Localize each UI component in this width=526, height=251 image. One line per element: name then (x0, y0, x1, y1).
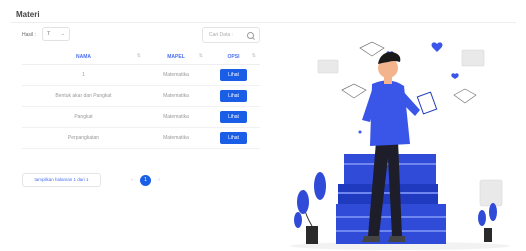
show-entries-value: 7 (47, 31, 50, 37)
materi-card: Materi Hasil : 7 ⌄ Cari Data : NAMA ⇅ MA… (0, 0, 526, 251)
cell-nama: 1 (82, 72, 85, 78)
search-icon (247, 32, 254, 39)
column-header-label: MAPEL (167, 54, 185, 60)
column-header-label: NAMA (76, 54, 91, 60)
lihat-button[interactable]: Lihat (220, 69, 247, 81)
prev-page-button[interactable]: ‹ (127, 175, 137, 185)
title-divider (10, 22, 516, 23)
sort-icon: ⇅ (136, 53, 141, 59)
column-header-opsi[interactable]: OPSI ⇅ (207, 53, 260, 60)
sort-icon: ⇅ (198, 53, 203, 59)
show-entries-select[interactable]: 7 ⌄ (42, 27, 70, 41)
lihat-button[interactable]: Lihat (220, 111, 247, 123)
table-row: Pangkat Matematika Lihat (22, 107, 260, 128)
cell-nama: Pangkat (74, 114, 93, 120)
cell-mapel: Matematika (163, 93, 189, 99)
table-header: NAMA ⇅ MAPEL ⇅ OPSI ⇅ (22, 50, 260, 65)
next-page-button[interactable]: › (154, 175, 164, 185)
column-header-label: OPSI (227, 54, 240, 60)
page-title: Materi (16, 10, 40, 19)
reading-student-illustration (290, 41, 510, 250)
materi-table: NAMA ⇅ MAPEL ⇅ OPSI ⇅ 1 Matematika Lihat… (22, 50, 260, 149)
cell-nama: Perpangkatan (67, 135, 100, 141)
lihat-button[interactable]: Lihat (220, 132, 247, 144)
page-1-button[interactable]: 1 (140, 174, 151, 186)
cell-opsi: Lihat (207, 69, 260, 81)
chevron-down-icon: ⌄ (60, 31, 65, 37)
table-row: 1 Matematika Lihat (22, 65, 260, 86)
show-entries-label: Hasil : (22, 32, 36, 38)
search-placeholder: Cari Data : (209, 32, 233, 38)
cell-mapel: Matematika (163, 135, 189, 141)
cell-mapel: Matematika (163, 72, 189, 78)
cell-mapel: Matematika (163, 114, 189, 120)
cell-opsi: Lihat (207, 90, 260, 102)
table-row: Perpangkatan Matematika Lihat (22, 128, 260, 149)
column-header-nama[interactable]: NAMA ⇅ (22, 53, 145, 60)
pagination: ‹ 1 › (127, 174, 167, 186)
sort-icon: ⇅ (251, 53, 256, 59)
cell-opsi: Lihat (207, 132, 260, 144)
column-header-mapel[interactable]: MAPEL ⇅ (145, 53, 207, 60)
search-input[interactable]: Cari Data : (202, 27, 260, 43)
table-row: Bentuk akar dan Pangkat Matematika Lihat (22, 86, 260, 107)
lihat-button[interactable]: Lihat (220, 90, 247, 102)
pagination-info: tampilkan halaman 1 dari 1 (22, 173, 101, 187)
cell-opsi: Lihat (207, 111, 260, 123)
cell-nama: Bentuk akar dan Pangkat (55, 93, 112, 99)
